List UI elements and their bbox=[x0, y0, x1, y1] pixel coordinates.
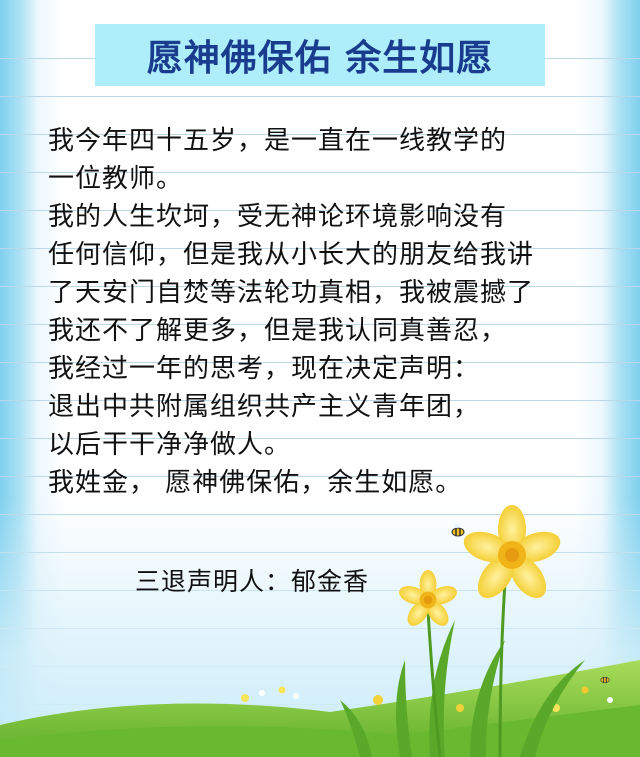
daffodil-icon bbox=[463, 505, 561, 599]
bee-icon bbox=[600, 676, 610, 684]
spring-scene-illustration bbox=[0, 505, 640, 757]
bee-icon bbox=[451, 524, 465, 537]
